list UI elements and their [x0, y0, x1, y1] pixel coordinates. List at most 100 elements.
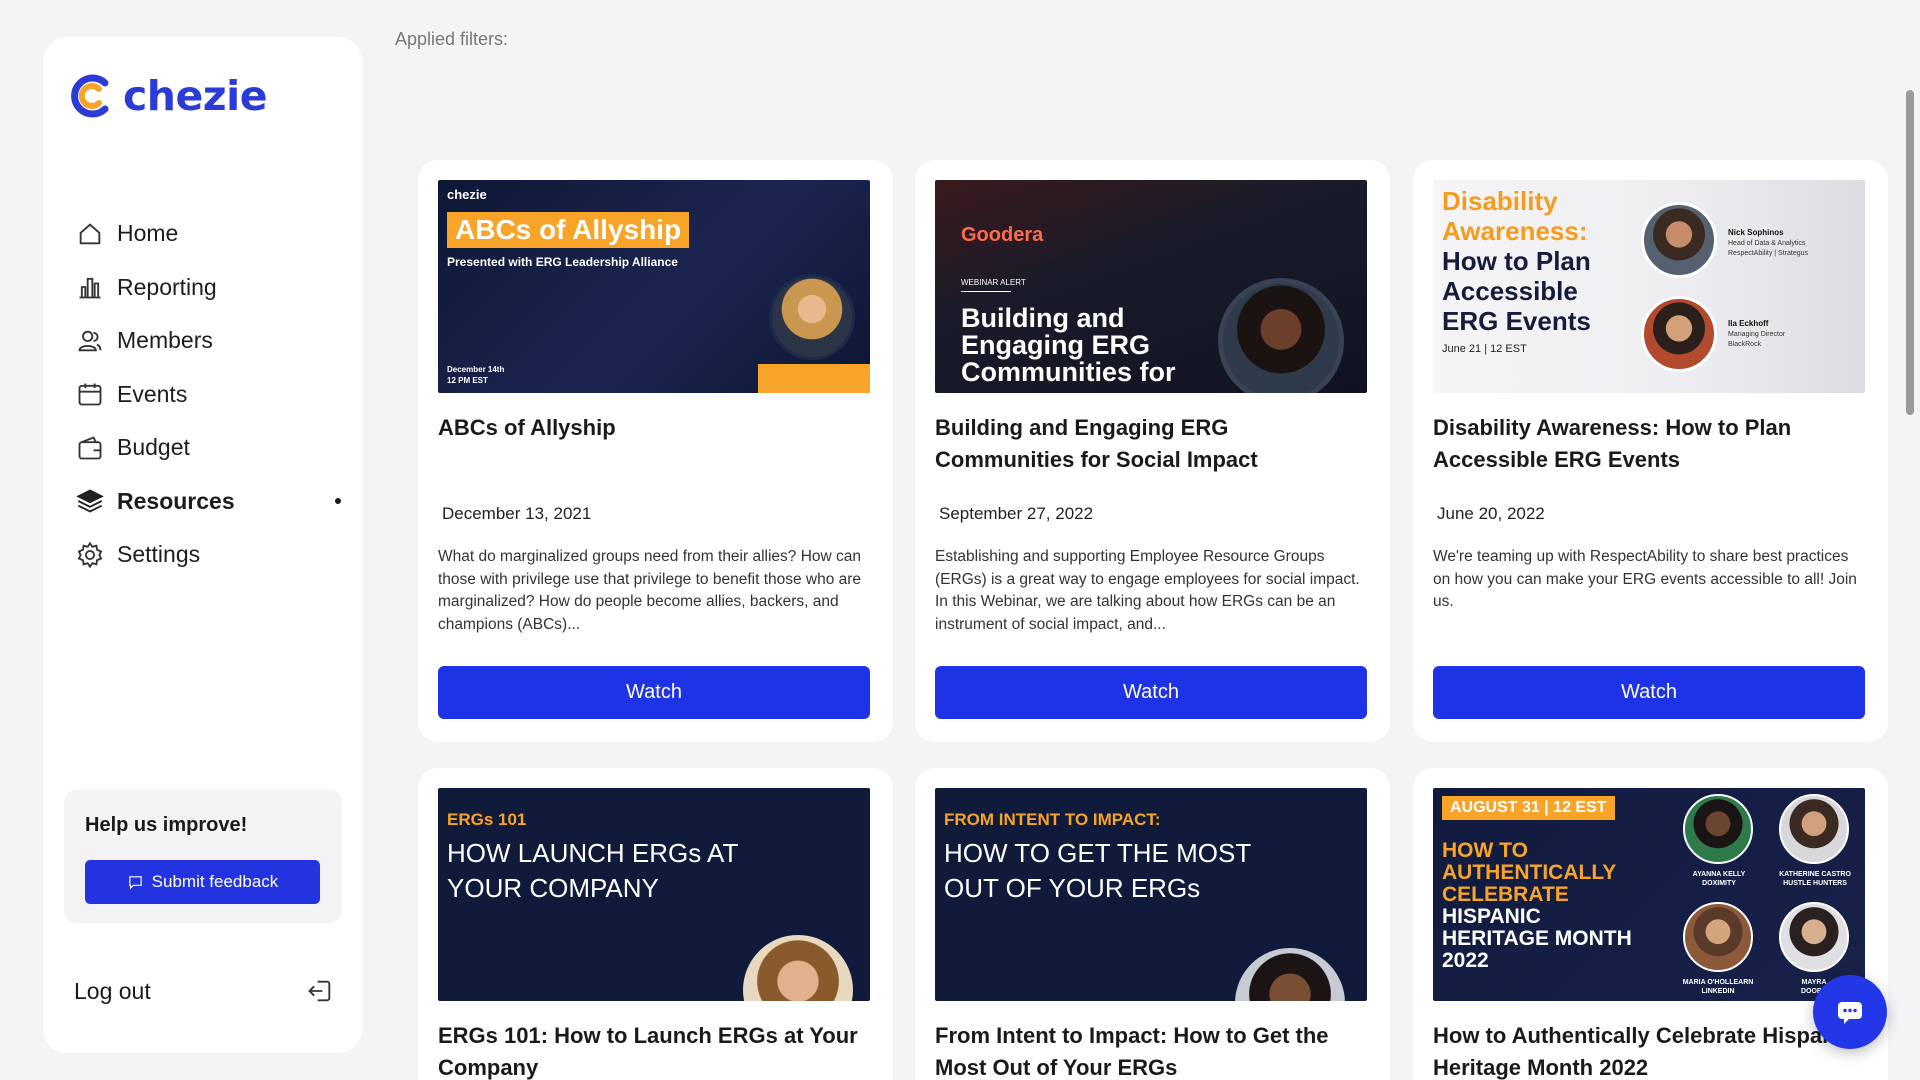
thumb-headline: HOW LAUNCH ERGs AT YOUR COMPANY	[447, 838, 738, 903]
card-title: ABCs of Allyship	[438, 415, 616, 440]
thumb-subtitle: Presented with ERG Leadership Alliance	[447, 255, 678, 269]
speaker-portrait	[1218, 278, 1344, 393]
thumb-headline: HOW TO GET THE MOST OUT OF YOUR ERGs	[944, 838, 1251, 903]
resource-thumbnail[interactable]: Disability Awareness: How to Plan Access…	[1433, 180, 1865, 393]
sidebar-item-members[interactable]: Members	[75, 314, 345, 368]
resource-thumbnail[interactable]: ERGs 101 HOW LAUNCH ERGs AT YOUR COMPANY	[438, 788, 870, 1001]
calendar-icon	[75, 379, 105, 409]
resource-card: chezie ABCs of Allyship Presented with E…	[418, 160, 893, 742]
card-title: Building and Engaging ERG Communities fo…	[935, 415, 1258, 472]
feedback-title: Help us improve!	[85, 814, 248, 836]
chezie-logo[interactable]: chezie	[65, 69, 268, 123]
sidebar-item-events[interactable]: Events	[75, 368, 345, 422]
card-date: June 20, 2022	[1437, 504, 1545, 523]
speaker-portrait	[1641, 296, 1717, 372]
speaker-label: KATHERINE CASTRO HUSTLE HUNTERS	[1779, 871, 1851, 887]
card-title: How to Authentically Celebrate Hispanic …	[1433, 1023, 1854, 1080]
sidebar-nav: Home Reporting Members Events Budget Res…	[75, 207, 345, 582]
speaker-label: MARIA O'HOLLEARN LINKEDIN	[1682, 979, 1754, 995]
thumb-headline: ABCs of Allyship	[447, 212, 690, 248]
thumb-subheadline: HISPANIC HERITAGE MONTH 2022	[1442, 905, 1632, 972]
speaker-portrait	[1683, 902, 1753, 972]
thumb-brand: chezie	[447, 187, 487, 202]
resource-card: Disability Awareness: How to Plan Access…	[1413, 160, 1888, 742]
speaker-portrait	[1641, 202, 1717, 278]
chat-icon	[1838, 1002, 1862, 1024]
sidebar-item-home[interactable]: Home	[75, 207, 345, 261]
speaker-name: Nick Sophinos	[1728, 228, 1784, 237]
sidebar-item-label: Resources	[117, 487, 235, 514]
sidebar-item-label: Home	[117, 220, 179, 247]
logout-button[interactable]: Log out	[74, 977, 334, 1005]
watch-button[interactable]: Watch	[1433, 666, 1865, 719]
bar-chart-icon	[75, 272, 105, 302]
card-title: Disability Awareness: How to Plan Access…	[1433, 415, 1792, 472]
speaker-portrait	[1779, 902, 1849, 972]
speaker-portrait	[769, 274, 855, 360]
watch-button[interactable]: Watch	[935, 666, 1367, 719]
feedback-panel: Help us improve! Submit feedback	[64, 790, 342, 923]
resource-card: AUGUST 31 | 12 EST HOW TO AUTHENTICALLY …	[1413, 768, 1888, 1080]
thumb-headline: How to Plan Accessible ERG Events	[1442, 246, 1591, 336]
members-icon	[75, 326, 105, 356]
thumb-date: June 21 | 12 EST	[1442, 343, 1527, 355]
card-date: December 13, 2021	[442, 504, 592, 523]
speaker-name: Ila Eckhoff	[1728, 319, 1769, 328]
card-title: ERGs 101: How to Launch ERGs at Your Com…	[438, 1023, 858, 1080]
home-icon	[75, 219, 105, 249]
card-description: We're teaming up with RespectAbility to …	[1433, 548, 1857, 610]
chat-bubble-icon	[128, 875, 142, 890]
watch-button[interactable]: Watch	[438, 666, 870, 719]
sidebar-item-reporting[interactable]: Reporting	[75, 261, 345, 315]
resource-thumbnail[interactable]: FROM INTENT TO IMPACT: HOW TO GET THE MO…	[935, 788, 1367, 1001]
thumb-tag: FROM INTENT TO IMPACT:	[944, 810, 1161, 829]
submit-feedback-button[interactable]: Submit feedback	[85, 860, 320, 904]
chat-launcher-button[interactable]	[1813, 975, 1887, 1049]
sidebar-item-budget[interactable]: Budget	[75, 421, 345, 475]
thumb-tag: ERGs 101	[447, 810, 527, 829]
gear-icon	[75, 540, 105, 570]
logout-icon	[308, 980, 331, 1002]
speaker-portrait	[1683, 794, 1753, 864]
thumb-brand: Goodera	[961, 224, 1044, 246]
card-date: September 27, 2022	[939, 504, 1094, 523]
thumb-date: December 14th	[447, 365, 505, 374]
wallet-icon	[75, 433, 105, 463]
thumb-divider	[961, 291, 1011, 292]
sidebar: chezie Home Reporting Members Events Bud…	[43, 37, 362, 1053]
resource-thumbnail[interactable]: Goodera WEBINAR ALERT Building and Engag…	[935, 180, 1367, 393]
resource-card: FROM INTENT TO IMPACT: HOW TO GET THE MO…	[915, 768, 1390, 1080]
card-description: Establishing and supporting Employee Res…	[935, 548, 1360, 633]
scrollbar-thumb[interactable]	[1906, 90, 1914, 415]
thumb-headline: Building and Engaging ERG Communities fo…	[961, 303, 1176, 387]
speaker-portrait	[1779, 794, 1849, 864]
resource-card: ERGs 101 HOW LAUNCH ERGs AT YOUR COMPANY…	[418, 768, 893, 1080]
thumb-tag: Disability Awareness:	[1442, 186, 1588, 246]
thumb-headline: HOW TO AUTHENTICALLY CELEBRATE	[1442, 839, 1616, 906]
chezie-logo-icon	[71, 74, 109, 118]
active-indicator-dot	[335, 498, 341, 505]
sidebar-item-settings[interactable]: Settings	[75, 528, 345, 582]
brand-name: chezie	[123, 72, 268, 120]
card-description: What do marginalized groups need from th…	[438, 548, 862, 633]
submit-feedback-label: Submit feedback	[151, 872, 279, 891]
speaker-role: Head of Data & Analytics RespectAbility …	[1728, 240, 1809, 257]
sidebar-item-resources[interactable]: Resources	[75, 475, 345, 529]
applied-filters-label: Applied filters:	[395, 29, 509, 49]
sidebar-item-label: Events	[117, 380, 188, 407]
thumb-time: 12 PM EST	[447, 376, 488, 385]
speaker-role: Managing Director BlackRock	[1728, 331, 1786, 348]
resource-thumbnail[interactable]: chezie ABCs of Allyship Presented with E…	[438, 180, 870, 393]
stack-icon	[75, 486, 105, 516]
resource-thumbnail[interactable]: AUGUST 31 | 12 EST HOW TO AUTHENTICALLY …	[1433, 788, 1865, 1001]
thumb-tag: WEBINAR ALERT	[961, 278, 1026, 287]
resource-card: Goodera WEBINAR ALERT Building and Engag…	[915, 160, 1390, 742]
sidebar-item-label: Reporting	[117, 273, 217, 300]
speaker-name-banner	[758, 364, 870, 393]
thumb-tag: AUGUST 31 | 12 EST	[1442, 796, 1615, 820]
sidebar-item-label: Settings	[117, 541, 201, 568]
sidebar-item-label: Members	[117, 327, 213, 354]
logout-label: Log out	[74, 977, 151, 1004]
card-title: From Intent to Impact: How to Get the Mo…	[935, 1023, 1329, 1080]
speaker-label: AYANNA KELLY DOXIMITY	[1692, 871, 1746, 887]
